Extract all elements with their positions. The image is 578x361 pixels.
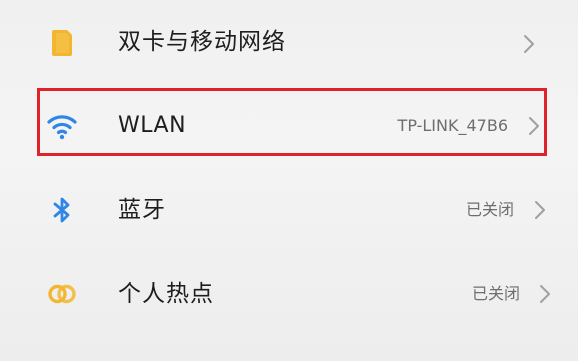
chevron-right-icon xyxy=(540,285,550,303)
settings-item-hotspot[interactable]: 个人热点 已关闭 xyxy=(0,254,578,334)
connected-network-value: TP-LINK_47B6 xyxy=(397,116,508,135)
settings-item-label: 个人热点 xyxy=(118,281,214,307)
settings-item-wlan[interactable]: WLAN TP-LINK_47B6 xyxy=(0,86,578,166)
hotspot-icon xyxy=(48,284,76,304)
chevron-right-icon xyxy=(535,201,545,219)
wifi-icon xyxy=(47,115,77,140)
settings-item-label: 双卡与移动网络 xyxy=(118,29,286,55)
chevron-right-icon xyxy=(529,117,539,135)
settings-screen: 双卡与移动网络 WLAN TP-LINK_47B6 蓝牙 已关闭 个人热点 已关… xyxy=(0,0,578,361)
chevron-right-icon xyxy=(524,35,534,53)
sim-card-icon xyxy=(52,30,72,56)
settings-item-bluetooth[interactable]: 蓝牙 已关闭 xyxy=(0,170,578,250)
settings-item-label: 蓝牙 xyxy=(118,197,166,223)
bluetooth-icon xyxy=(53,197,70,223)
settings-item-sim[interactable]: 双卡与移动网络 xyxy=(0,2,578,82)
bluetooth-status-value: 已关闭 xyxy=(465,200,514,219)
hotspot-status-value: 已关闭 xyxy=(471,284,520,303)
settings-item-label: WLAN xyxy=(118,113,187,138)
